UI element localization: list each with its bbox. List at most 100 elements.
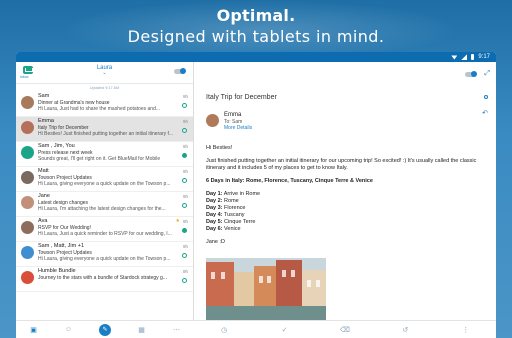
itinerary-list: Day 1: Arrive in Rome Day 2: Rome Day 3:… <box>206 191 486 233</box>
message-item[interactable]: Jane Latest design changes Hi Laura, I'm… <box>16 192 193 217</box>
message-sender: Humble Bundle <box>38 268 76 274</box>
chevron-down-icon: ⌄ <box>102 70 107 76</box>
message-item[interactable]: Sam , Matt, Jim +1 Towson Project Update… <box>16 242 193 267</box>
avatar <box>21 221 34 234</box>
hero-subtitle: Designed with tablets in mind. <box>127 27 385 46</box>
wifi-icon <box>451 55 458 60</box>
message-sender: Sam <box>38 93 50 99</box>
message-sender: Ava <box>38 218 48 224</box>
signal-icon <box>461 54 468 60</box>
message-time: 9h <box>182 269 188 274</box>
inbox-tab-icon[interactable]: ▣ <box>29 325 38 334</box>
overflow-menu-icon[interactable]: ⋮ <box>461 325 470 334</box>
mail-app: Inbox Laura ⌄ Updated 9:17 AM Sam Dinner… <box>16 62 496 338</box>
read-status-icon[interactable] <box>182 178 187 183</box>
message-item[interactable]: Matt Towson Project Updates Hi Laura, gi… <box>16 167 193 192</box>
list-header: Inbox Laura ⌄ <box>16 62 193 84</box>
humble-bundle-logo <box>21 271 34 284</box>
reading-pane: ⤢ Italy Trip for December ↶ Emma To: Sam… <box>194 62 496 338</box>
message-item[interactable]: Sam Dinner at Grandma's new house Hi Lau… <box>16 92 193 117</box>
venice-photo[interactable] <box>206 258 326 320</box>
more-icon[interactable]: ⋯ <box>172 325 181 334</box>
calendar-icon[interactable]: ▦ <box>137 325 146 334</box>
message-list: Sam Dinner at Grandma's new house Hi Lau… <box>16 92 193 292</box>
message-snippet: Hi Laura, I'm attaching the latest desig… <box>38 206 166 212</box>
message-snippet: Hi Laura, giving everyone a quick update… <box>38 181 171 187</box>
message-time: 9h <box>182 169 188 174</box>
itinerary-day: Day 5: Cinque Terre <box>206 219 256 225</box>
message-subject: Journey to the stars with a bundle of St… <box>38 275 167 281</box>
battery-icon <box>471 54 475 60</box>
avatar <box>21 171 34 184</box>
compose-button[interactable]: ✎ <box>99 323 111 336</box>
message-snippet: Hi Laura, giving everyone a quick update… <box>38 256 171 262</box>
delete-icon[interactable]: ⌫ <box>340 325 350 334</box>
email-subject: Italy Trip for December <box>206 94 277 101</box>
list-toolbar: ▣ ☺ ✎ ▦ ⋯ <box>16 323 194 336</box>
more-details-link[interactable]: More Details <box>224 125 252 131</box>
message-item[interactable]: Humble Bundle Journey to the stars with … <box>16 267 193 292</box>
unread-dot-icon[interactable] <box>182 153 187 158</box>
message-time: 9h <box>182 194 188 199</box>
message-time: 9h <box>182 94 188 99</box>
sender-name: Emma <box>224 112 242 118</box>
signature: Jane :D <box>206 239 225 245</box>
read-status-icon[interactable] <box>182 253 187 258</box>
message-sender: Sam , Matt, Jim +1 <box>38 243 84 249</box>
clock: 9:17 <box>478 54 490 60</box>
group-avatar <box>21 246 34 259</box>
message-snippet: Hi Besties! Just finished putting togeth… <box>38 131 174 137</box>
sender-avatar <box>206 114 219 127</box>
message-list-pane: Inbox Laura ⌄ Updated 9:17 AM Sam Dinner… <box>16 62 194 338</box>
bottom-toolbar: ▣ ☺ ✎ ▦ ⋯ ◷ ✓ ⌫ ↺ ⋮ <box>16 320 496 338</box>
message-sender: Emma <box>38 118 54 124</box>
itinerary-day: Day 2: Rome <box>206 198 239 204</box>
message-time: 9h <box>182 244 188 249</box>
read-status-icon[interactable] <box>182 278 187 283</box>
read-status-icon[interactable] <box>182 128 187 133</box>
tablet-screen: 9:17 Inbox Laura ⌄ Updated 9:17 AM Sam D… <box>16 52 496 338</box>
message-sender: Sam , Jim, You <box>38 143 75 149</box>
read-status-icon[interactable] <box>182 203 187 208</box>
itinerary-day: Day 1: Arrive in Rome <box>206 191 261 197</box>
itinerary-day: Day 6: Venice <box>206 226 241 232</box>
reply-all-toolbar-icon[interactable]: ↺ <box>401 325 410 334</box>
message-time: 9h <box>182 119 188 124</box>
done-icon[interactable]: ✓ <box>280 325 289 334</box>
options-icon[interactable] <box>484 95 488 99</box>
itinerary-day: Day 3: Florence <box>206 205 246 211</box>
group-avatar <box>21 146 34 159</box>
itinerary-day: Day 4: Tuscany <box>206 212 245 218</box>
avatar <box>21 121 34 134</box>
avatar <box>21 96 34 109</box>
message-item-selected[interactable]: Emma Italy Trip for December Hi Besties!… <box>16 117 193 142</box>
unread-dot-icon[interactable] <box>182 228 187 233</box>
contacts-icon[interactable]: ☺ <box>64 325 73 334</box>
message-sender: Jane <box>38 193 50 199</box>
greeting: Hi Besties! <box>206 145 233 151</box>
reply-all-icon[interactable]: ↶ <box>482 109 488 117</box>
message-snippet: Sounds great, I'll get right on it. Get … <box>38 156 161 162</box>
message-snippet: Hi Laura, Just a quick reminder to RSVP … <box>38 231 172 237</box>
read-status-icon[interactable] <box>182 103 187 108</box>
snooze-icon[interactable]: ◷ <box>220 325 229 334</box>
itinerary-heading: 6 Days in Italy: Rome, Florence, Tuscany… <box>206 178 373 184</box>
message-item[interactable]: Sam , Jim, You Press release next week S… <box>16 142 193 167</box>
message-snippet: Hi Laura, Just had to share the mashed p… <box>38 106 161 112</box>
expand-icon[interactable]: ⤢ <box>484 70 490 78</box>
view-toggle[interactable] <box>465 70 478 77</box>
reading-header: ⤢ <box>194 62 496 86</box>
intro-paragraph: Just finished putting together an initia… <box>206 158 477 171</box>
updated-label: Updated 9:17 AM <box>89 86 120 90</box>
hero-title: Optimal. <box>216 6 296 25</box>
email-body: Hi Besties! Just finished putting togeth… <box>206 145 486 252</box>
email-toolbar: ◷ ✓ ⌫ ↺ ⋮ <box>194 325 496 334</box>
account-switcher[interactable]: Laura ⌄ <box>16 65 193 76</box>
people-toggle[interactable] <box>174 68 186 74</box>
star-icon[interactable]: ★ <box>176 218 180 224</box>
status-bar: 9:17 <box>16 52 496 62</box>
message-time: 9h <box>182 144 188 149</box>
hero: Optimal. Designed with tablets in mind. <box>0 6 512 48</box>
message-item[interactable]: Ava RSVP for Our Wedding! Hi Laura, Just… <box>16 217 193 242</box>
message-sender: Matt <box>38 168 49 174</box>
